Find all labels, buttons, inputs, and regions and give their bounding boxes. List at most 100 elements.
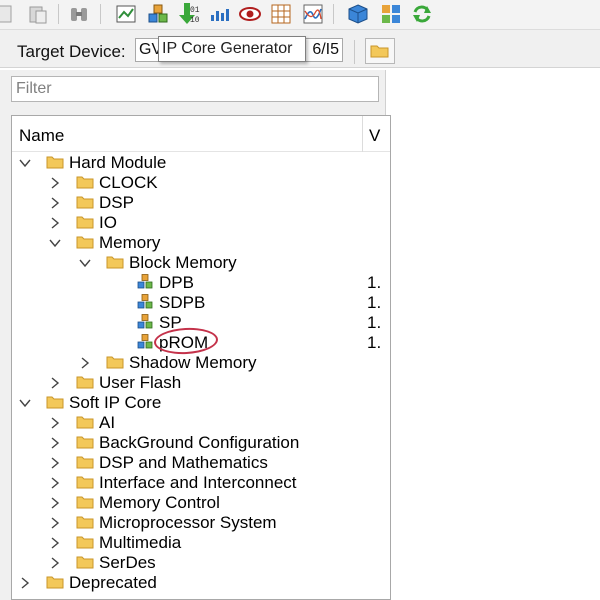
- tree-item-label: DPB: [159, 273, 194, 292]
- tree-item-label: Multimedia: [99, 533, 182, 552]
- tree-item-memory[interactable]: Memory: [12, 233, 390, 253]
- tree-item-sp[interactable]: SP 1.: [12, 313, 390, 333]
- tree-item-label: AI: [99, 413, 116, 432]
- filter-input[interactable]: [11, 76, 379, 102]
- eye-icon[interactable]: [238, 2, 262, 26]
- tooltip: IP Core Generator: [158, 36, 306, 62]
- folder-icon: [76, 236, 94, 249]
- tree-item-serdes[interactable]: SerDes: [12, 553, 390, 573]
- chevron-down-icon[interactable]: [18, 396, 32, 410]
- tree-item-ai[interactable]: AI: [12, 413, 390, 433]
- chevron-right-icon[interactable]: [48, 176, 62, 190]
- tree-item-dsp[interactable]: DSP: [12, 193, 390, 213]
- tree-item-microprocessor-system[interactable]: Microprocessor System: [12, 513, 390, 533]
- chevron-right-icon[interactable]: [48, 456, 62, 470]
- refresh-icon[interactable]: [410, 2, 434, 26]
- chevron-right-icon[interactable]: [48, 556, 62, 570]
- svg-text:01: 01: [190, 6, 200, 15]
- tree-item-label: Hard Module: [69, 153, 167, 172]
- tree-item-sdpb[interactable]: SDPB 1.: [12, 293, 390, 313]
- ip-core-cubes-icon: [137, 334, 153, 349]
- chevron-right-icon[interactable]: [48, 216, 62, 230]
- chevron-down-icon[interactable]: [48, 236, 62, 250]
- column-divider[interactable]: [362, 116, 363, 152]
- column-header-version[interactable]: V: [369, 126, 380, 146]
- chevron-right-icon[interactable]: [48, 436, 62, 450]
- open-folder-button[interactable]: [365, 38, 395, 64]
- tree-item-label: Microprocessor System: [99, 513, 277, 532]
- tree-item-label: Memory: [99, 233, 161, 252]
- ip-core-cubes-icon: [137, 274, 153, 289]
- column-header-name[interactable]: Name: [19, 126, 64, 146]
- chevron-right-icon[interactable]: [48, 416, 62, 430]
- tree-item-hard-module[interactable]: Hard Module: [12, 153, 390, 173]
- tree-item-deprecated[interactable]: Deprecated: [12, 573, 390, 593]
- toolbar-separator: [354, 40, 355, 64]
- chevron-right-icon[interactable]: [48, 376, 62, 390]
- tree-item-label: User Flash: [99, 373, 182, 392]
- tree-item-version: 1.: [367, 313, 382, 332]
- tree-item-label: BackGround Configuration: [99, 433, 300, 452]
- tree-item-dpb[interactable]: DPB 1.: [12, 273, 390, 293]
- toolbar-separator: [333, 4, 334, 24]
- chevron-right-icon[interactable]: [48, 196, 62, 210]
- tree-item-interface-and-interconnect[interactable]: Interface and Interconnect: [12, 473, 390, 493]
- tree-item-version: 1.: [367, 333, 382, 352]
- tree-item-soft-ip-core[interactable]: Soft IP Core: [12, 393, 390, 413]
- chevron-right-icon[interactable]: [78, 356, 92, 370]
- chevron-down-icon[interactable]: [18, 156, 32, 170]
- tree-item-label: Deprecated: [69, 573, 157, 592]
- tree-item-label: SP: [159, 313, 182, 332]
- tree-item-label: Block Memory: [129, 253, 237, 272]
- tree-item-background-configuration[interactable]: BackGround Configuration: [12, 433, 390, 453]
- folder-icon: [76, 216, 94, 229]
- folder-icon: [76, 376, 94, 389]
- folder-icon: [76, 436, 94, 449]
- chevron-right-icon[interactable]: [18, 576, 32, 590]
- tree-item-label: DSP and Mathematics: [99, 453, 268, 472]
- tree-item-prom[interactable]: pROM 1.: [12, 333, 390, 353]
- folder-icon: [76, 496, 94, 509]
- folder-icon: [46, 156, 64, 169]
- chevron-right-icon[interactable]: [48, 516, 62, 530]
- tree-item-version: 1.: [367, 293, 382, 312]
- tree-item-label: SerDes: [99, 553, 156, 572]
- tree-item-block-memory[interactable]: Block Memory: [12, 253, 390, 273]
- tree-item-io[interactable]: IO: [12, 213, 390, 233]
- folder-icon: [106, 256, 124, 269]
- toolbar-separator: [100, 4, 101, 24]
- document-icon[interactable]: [0, 2, 18, 26]
- tree-item-shadow-memory[interactable]: Shadow Memory: [12, 353, 390, 373]
- tree-item-label: Interface and Interconnect: [99, 473, 297, 492]
- tree-item-label: pROM: [159, 333, 209, 352]
- ip-core-cubes-icon: [137, 294, 153, 309]
- chevron-right-icon[interactable]: [48, 536, 62, 550]
- target-device-value-end: 6/I5: [312, 41, 339, 58]
- tree-item-label: SDPB: [159, 293, 206, 312]
- folder-icon: [46, 396, 64, 409]
- paste-icon[interactable]: [26, 2, 50, 26]
- binary-icon[interactable]: 01 10: [189, 2, 203, 26]
- dotted-bars-icon[interactable]: [208, 2, 232, 26]
- folder-icon: [76, 176, 94, 189]
- table-grid-icon[interactable]: [269, 2, 293, 26]
- main-toolbar: 01 10: [0, 0, 600, 30]
- tree-item-dsp-and-mathematics[interactable]: DSP and Mathematics: [12, 453, 390, 473]
- chevron-right-icon[interactable]: [48, 496, 62, 510]
- tree-item-user-flash[interactable]: User Flash: [12, 373, 390, 393]
- ip-core-generator-icon[interactable]: [146, 2, 170, 26]
- chevron-down-icon[interactable]: [78, 256, 92, 270]
- ip-core-tree: Name V Hard Module CLOCK DSP IO Memory B…: [11, 115, 391, 600]
- folder-icon: [46, 576, 64, 589]
- tree-item-memory-control[interactable]: Memory Control: [12, 493, 390, 513]
- waveform-chart-icon[interactable]: [301, 2, 325, 26]
- tree-item-multimedia[interactable]: Multimedia: [12, 533, 390, 553]
- chevron-right-icon[interactable]: [48, 476, 62, 490]
- modules-icon[interactable]: [379, 2, 403, 26]
- binoculars-icon[interactable]: [67, 2, 91, 26]
- schematic-icon[interactable]: [114, 2, 138, 26]
- blue-cube-icon[interactable]: [346, 2, 370, 26]
- tree-item-label: IO: [99, 213, 117, 232]
- tree-item-clock[interactable]: CLOCK: [12, 173, 390, 193]
- tree-item-label: DSP: [99, 193, 134, 212]
